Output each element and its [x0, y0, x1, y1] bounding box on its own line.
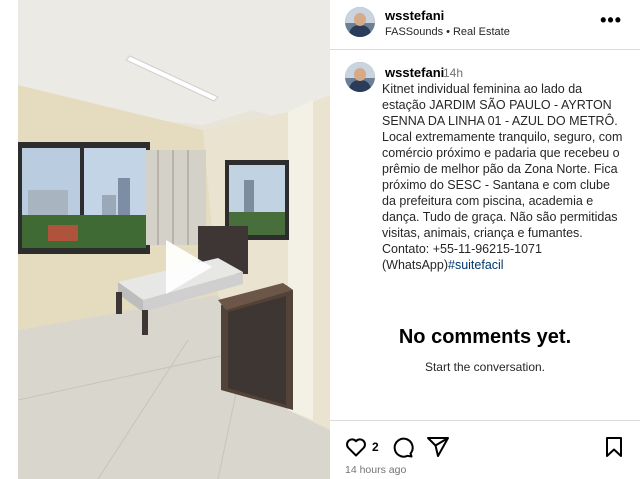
post-details-panel: wsstefani FASSounds • Real Estate ••• wsst…	[330, 0, 640, 479]
avatar[interactable]	[345, 7, 375, 37]
no-comments-title: No comments yet.	[398, 326, 572, 348]
header-subtitle: FASSounds • Real Estate	[385, 26, 510, 38]
audio-link[interactable]: FASSounds	[385, 26, 443, 38]
caption-body: Kitnet individual feminina ao lado da es…	[382, 82, 623, 272]
caption-avatar[interactable]	[345, 62, 375, 92]
category-label: Real Estate	[452, 26, 510, 38]
play-icon[interactable]	[154, 236, 216, 298]
share-icon[interactable]	[426, 435, 450, 459]
no-comments-subtitle: Start the conversation.	[424, 360, 546, 374]
caption-username[interactable]: wsstefani	[385, 65, 444, 80]
post-media[interactable]	[18, 0, 330, 479]
more-options-icon[interactable]: •••	[600, 10, 622, 31]
hashtag-link[interactable]: #suitefacil	[448, 258, 504, 272]
caption-text: Kitnet individual feminina ao lado da es…	[382, 81, 627, 273]
post-header: wsstefani FASSounds • Real Estate •••	[330, 0, 640, 50]
caption-time[interactable]: 14h	[443, 66, 463, 80]
author-username[interactable]: wsstefani	[385, 8, 444, 23]
heart-icon[interactable]	[344, 435, 368, 459]
separator: •	[446, 26, 450, 38]
like-count[interactable]: 2	[372, 440, 379, 454]
comment-icon[interactable]	[390, 435, 414, 459]
posted-time[interactable]: 14 hours ago	[345, 464, 406, 476]
action-bar: 2 14 hours ago	[330, 420, 640, 479]
bookmark-icon[interactable]	[602, 435, 626, 459]
